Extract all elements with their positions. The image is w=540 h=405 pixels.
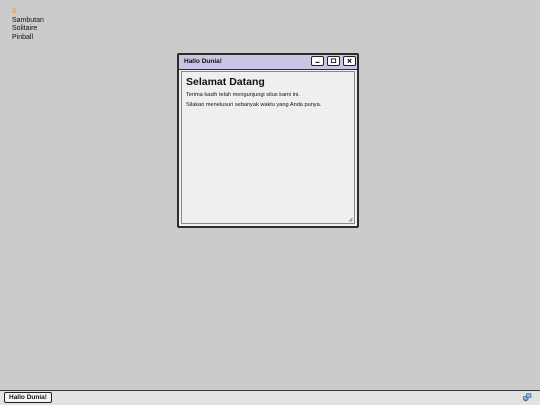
- menu-item-solitaire[interactable]: Solitaire: [12, 25, 44, 34]
- close-button[interactable]: [343, 56, 356, 66]
- thank-you-text: Terima kasih telah mengunjungi situs kam…: [186, 92, 300, 98]
- taskbar-button-hallo-dunia[interactable]: Hallo Dunia!: [4, 392, 52, 403]
- browse-text: Silakan menelusuri sebanyak waktu yang A…: [186, 102, 322, 108]
- menu-item-pinball[interactable]: Pinball: [12, 34, 44, 43]
- minimize-icon: [315, 61, 320, 63]
- menu-item-sambutan[interactable]: Sambutan: [12, 17, 44, 26]
- network-icon[interactable]: [523, 393, 532, 402]
- close-icon: [347, 58, 352, 63]
- minimize-button[interactable]: [311, 56, 324, 66]
- resize-grip-icon[interactable]: [348, 217, 353, 222]
- menu-marker: 3: [12, 8, 16, 15]
- window-titlebar[interactable]: Hallo Dunia!: [179, 55, 357, 70]
- taskbar: Hallo Dunia!: [0, 390, 540, 405]
- desktop-menu: 3 Sambutan Solitaire Pinball: [12, 8, 44, 42]
- maximize-icon: [330, 58, 337, 64]
- desktop: 3 Sambutan Solitaire Pinball Hallo Dunia…: [0, 0, 540, 390]
- window-content: Selamat Datang Terima kasih telah mengun…: [181, 71, 355, 224]
- hallo-dunia-window: Hallo Dunia! Selamat Datang Terima kasih…: [177, 53, 359, 228]
- maximize-button[interactable]: [327, 56, 340, 66]
- welcome-heading: Selamat Datang: [186, 76, 265, 88]
- window-title: Hallo Dunia!: [184, 58, 222, 65]
